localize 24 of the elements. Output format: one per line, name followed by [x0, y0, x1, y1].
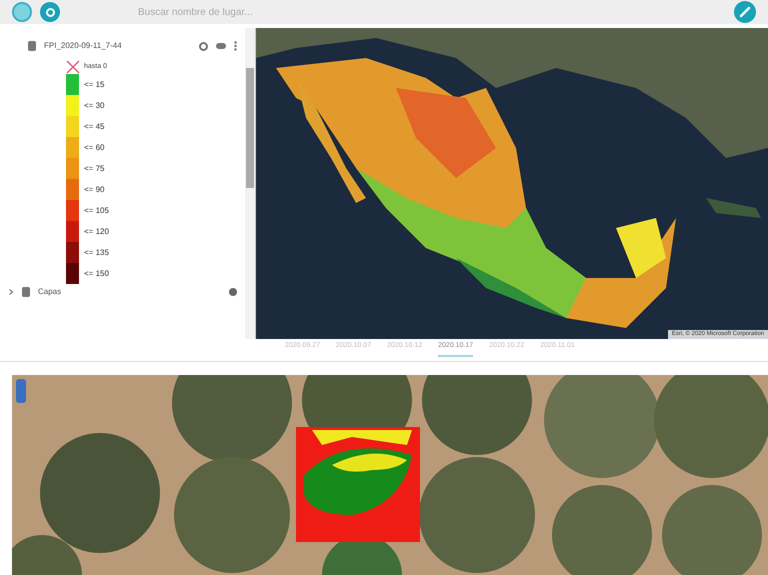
legend-label: <= 75	[84, 162, 104, 174]
zoom-control[interactable]	[16, 379, 26, 403]
group-name: Capas	[38, 286, 62, 298]
folder-icon	[22, 287, 30, 297]
nodata-cross-icon	[66, 60, 80, 74]
settings-button[interactable]	[40, 2, 60, 22]
legend-label: <= 90	[84, 184, 104, 196]
search-field[interactable]: Buscar nombre de lugar...	[138, 4, 438, 20]
edit-button[interactable]	[734, 1, 756, 23]
pencil-icon	[739, 6, 751, 18]
scrollbar[interactable]	[245, 28, 255, 339]
legend-label: <= 60	[84, 142, 104, 154]
layer-name: FPI_2020-09-11_7-44	[44, 40, 123, 52]
legend-label: <= 45	[84, 120, 104, 132]
legend-label: <= 15	[84, 78, 104, 90]
legend-label: <= 150	[84, 268, 109, 280]
legend-label: <= 135	[84, 246, 109, 258]
more-icon	[234, 41, 237, 51]
legend-label: <= 105	[84, 204, 109, 216]
legend-label: <= 30	[84, 100, 104, 112]
legend-label: <= 120	[84, 226, 109, 238]
layer-icon	[28, 41, 36, 51]
layers-button[interactable]	[12, 2, 32, 22]
target-icon	[199, 42, 208, 50]
